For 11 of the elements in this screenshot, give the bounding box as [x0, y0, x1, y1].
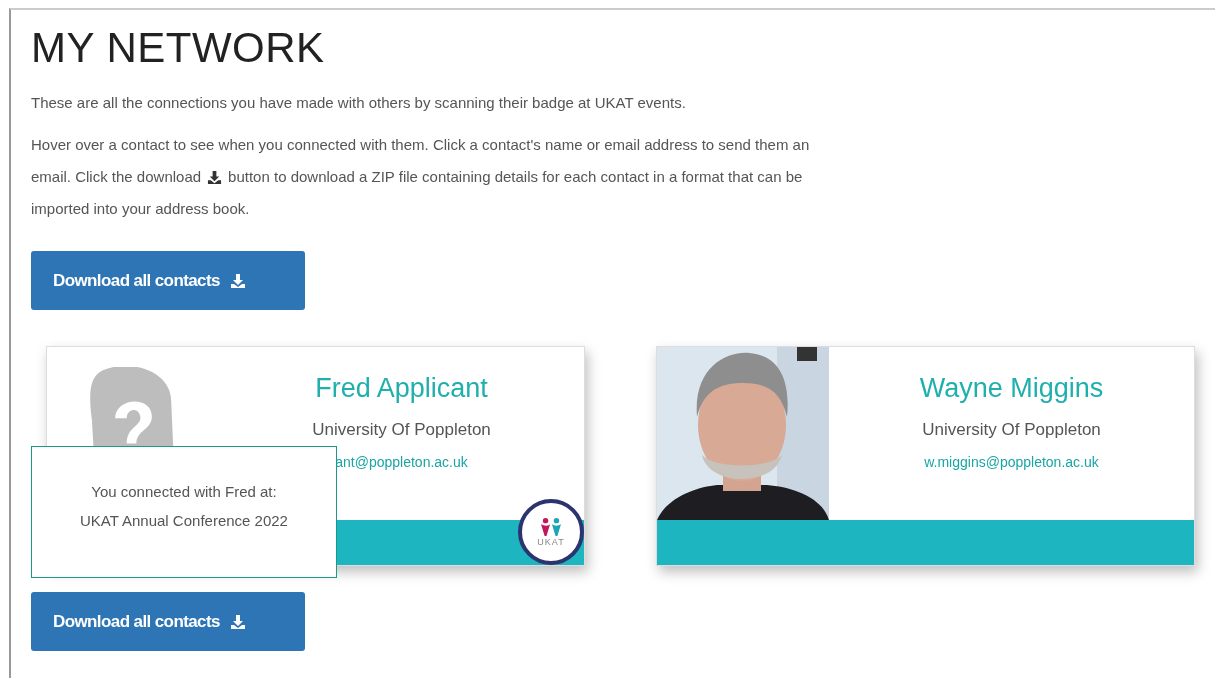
tooltip-text: You connected with Fred at:	[91, 483, 277, 500]
instructions-text: button to download a ZIP file containing details for each contact in a format that can be	[228, 167, 803, 187]
tooltip-text: UKAT Annual Conference 2022	[80, 512, 288, 529]
organisation-text: University Of Poppleton	[312, 420, 491, 440]
organisation-text: University Of Poppleton	[922, 420, 1101, 440]
logo-text: UKAT	[537, 537, 565, 547]
intro-text: These are all the connections you have made with others by scanning their badge at UKAT events.	[31, 94, 687, 111]
instructions-text: Hover over a contact to see when you connected with them. Click a contact's name or email address to send them an	[31, 136, 810, 153]
page-title: MY NETWORK	[31, 24, 326, 72]
instructions-text: email. Click the download	[31, 167, 202, 187]
instructions-text: imported into your address book.	[31, 200, 250, 217]
